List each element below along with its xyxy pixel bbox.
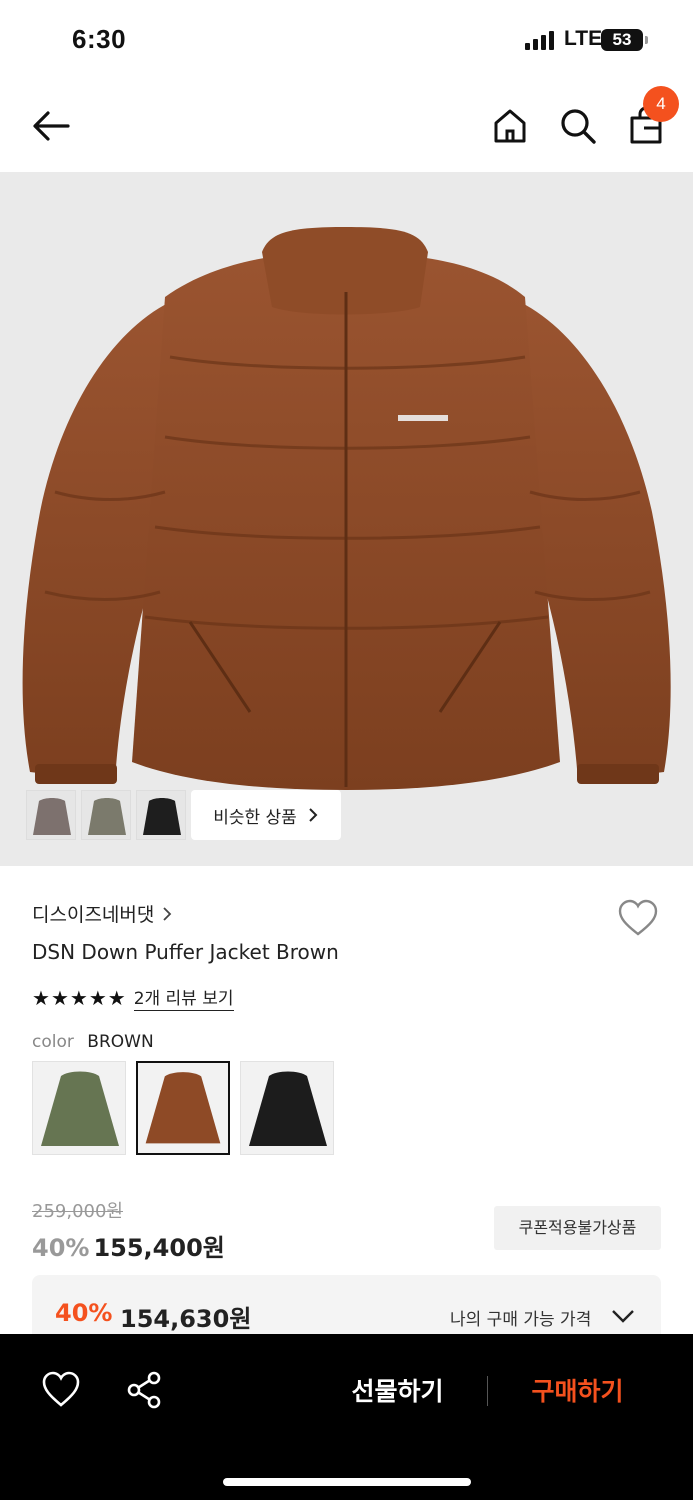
heart-icon[interactable] (41, 1370, 81, 1410)
brand-link[interactable]: 디스이즈네버댓 (32, 900, 172, 927)
network-label: LTE (564, 27, 603, 50)
bottom-action-bar: 선물하기 구매하기 (0, 1334, 693, 1500)
battery-tip (645, 36, 648, 44)
gift-button[interactable]: 선물하기 (330, 1372, 465, 1412)
buy-button[interactable]: 구매하기 (510, 1372, 645, 1412)
review-link[interactable]: 2개 리뷰 보기 (133, 984, 234, 1011)
product-name: DSN Down Puffer Jacket Brown (32, 940, 339, 964)
coupon-unavailable-badge: 쿠폰적용불가상품 (494, 1206, 661, 1250)
color-option-black[interactable] (240, 1061, 334, 1155)
jacket-thumbnail-grey (33, 798, 71, 835)
heart-icon[interactable] (617, 898, 659, 938)
signal-icon (525, 31, 554, 50)
chevron-right-icon (163, 906, 172, 921)
sale-price: 155,400원 (93, 1234, 225, 1262)
chevron-down-icon (612, 1310, 634, 1323)
jacket-thumbnail-olive (88, 798, 126, 835)
jacket-thumbnail-black (143, 798, 181, 835)
brand-name: 디스이즈네버댓 (32, 904, 155, 926)
status-bar: 6:30 LTE 53 (0, 0, 693, 80)
star-icon: ★ (69, 985, 88, 1010)
home-icon[interactable] (486, 102, 534, 150)
color-row: color BROWN (32, 1032, 154, 1052)
color-option-olive[interactable] (32, 1061, 126, 1155)
color-option-brown[interactable] (136, 1061, 230, 1155)
divider (487, 1376, 488, 1406)
original-price: 259,000원 (32, 1201, 123, 1222)
jacket-swatch-black (249, 1071, 327, 1146)
cart-count-badge: 4 (643, 86, 679, 122)
star-icon: ★ (50, 985, 69, 1010)
star-icon: ★ (32, 985, 50, 1010)
gallery-thumbnail[interactable] (26, 790, 76, 840)
sale-price-row: 40% 155,400원 (32, 1228, 225, 1263)
discount-rate: 40% (32, 1234, 90, 1262)
similar-products-label: 비슷한 상품 (213, 807, 297, 828)
my-price: 154,630원 (120, 1305, 252, 1333)
color-value: BROWN (87, 1032, 154, 1052)
jacket-swatch-brown (145, 1072, 221, 1144)
similar-products-button[interactable]: 비슷한 상품 (191, 790, 341, 840)
color-label: color (32, 1032, 74, 1052)
my-discount-rate: 40% (55, 1299, 113, 1327)
jacket-illustration (22, 227, 671, 790)
star-icon: ★ (107, 985, 126, 1010)
star-icon: ★ (88, 985, 107, 1010)
nav-bar (0, 80, 693, 172)
rating-stars: ★ ★ ★ ★ ★ (32, 986, 126, 1010)
battery-icon: 53 (601, 29, 643, 51)
gallery-thumbnail[interactable] (136, 790, 186, 840)
product-image[interactable] (0, 172, 693, 866)
status-time: 6:30 (72, 24, 127, 54)
gallery-thumbnail[interactable] (81, 790, 131, 840)
jacket-swatch-olive (41, 1071, 119, 1146)
chevron-right-icon (309, 808, 318, 822)
search-icon[interactable] (554, 102, 602, 150)
back-arrow-icon[interactable] (28, 102, 76, 150)
home-indicator[interactable] (223, 1478, 471, 1486)
my-price-label: 나의 구매 가능 가격 (450, 1310, 592, 1330)
share-icon[interactable] (125, 1370, 165, 1410)
rating-row: ★ ★ ★ ★ ★ 2개 리뷰 보기 (32, 984, 234, 1011)
